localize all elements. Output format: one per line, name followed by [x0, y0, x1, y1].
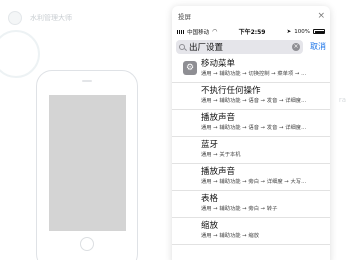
result-path: 通用 → 辅助功能 → 语音 → 发音 → 详细度...	[201, 125, 307, 131]
battery-icon	[313, 29, 325, 34]
background-header: 水利管理大师	[0, 0, 175, 36]
search-row: × 取消	[172, 37, 330, 56]
result-path: 通用 → 关于本机	[201, 152, 241, 158]
search-input[interactable]	[189, 41, 292, 52]
popup-titlebar: 投屏 ×	[172, 6, 330, 26]
result-title: 播放声音	[201, 167, 236, 177]
result-path: 通用 → 辅助功能 → 缩放	[201, 233, 259, 239]
result-item[interactable]: 表格 通用 → 辅助功能 → 旁白 → 转子	[172, 191, 330, 218]
status-time: 下午2:59	[238, 29, 266, 36]
signal-icon	[177, 29, 185, 34]
wifi-icon: ◠	[212, 28, 218, 35]
location-icon: ➤	[286, 28, 292, 35]
phone-speaker	[82, 80, 92, 82]
result-title: 不执行任何操作	[201, 86, 261, 96]
battery-percent: 100%	[294, 28, 310, 35]
carrier-label: 中国移动	[187, 29, 210, 36]
background-hint-text: ra	[338, 96, 346, 104]
clear-icon[interactable]: ×	[292, 42, 300, 51]
result-item[interactable]: 蓝牙 通用 → 关于本机	[172, 137, 330, 164]
result-title: 缩放	[201, 221, 219, 231]
result-item[interactable]: 缩放 通用 → 辅助功能 → 缩放	[172, 218, 330, 245]
result-path: 通用 → 辅助功能 → 切换控制 → 菜单项 → ...	[201, 71, 307, 77]
result-path: 通用 → 辅助功能 → 语音 → 发音 → 详细度...	[201, 98, 307, 104]
search-results-list: ⚙ 移动菜单 通用 → 辅助功能 → 切换控制 → 菜单项 → ... 不执行任…	[172, 56, 330, 245]
phone-home-button	[80, 237, 94, 251]
result-title: 蓝牙	[201, 140, 219, 150]
result-item[interactable]: 不执行任何操作 通用 → 辅助功能 → 语音 → 发音 → 详细度...	[172, 83, 330, 110]
result-item[interactable]: 播放声音 通用 → 辅助功能 → 语音 → 发音 → 详细度...	[172, 110, 330, 137]
search-icon	[179, 43, 185, 50]
search-box[interactable]: ×	[176, 39, 303, 54]
brand-name: 水利管理大师	[30, 14, 72, 22]
cancel-button[interactable]: 取消	[310, 41, 326, 52]
logo-icon	[8, 11, 22, 25]
decorative-arc	[0, 30, 40, 78]
result-path: 通用 → 辅助功能 → 旁白 → 转子	[201, 206, 278, 212]
phone-screen	[49, 95, 126, 231]
result-item[interactable]: 播放声音 通用 → 辅助功能 → 旁白 → 详细度 → 大写...	[172, 164, 330, 191]
close-icon[interactable]: ×	[317, 11, 325, 21]
result-item[interactable]: ⚙ 移动菜单 通用 → 辅助功能 → 切换控制 → 菜单项 → ...	[172, 56, 330, 83]
gear-icon: ⚙	[183, 61, 197, 75]
screen-mirror-popup: 投屏 × 中国移动 ◠ 下午2:59 ➤ 100% × 取消 ⚙ 移动菜单 通用…	[172, 6, 330, 260]
popup-title: 投屏	[178, 13, 191, 21]
result-path: 通用 → 辅助功能 → 旁白 → 详细度 → 大写...	[201, 179, 307, 185]
phone-mockup	[36, 70, 138, 260]
result-title: 移动菜单	[201, 59, 236, 69]
ios-status-bar: 中国移动 ◠ 下午2:59 ➤ 100%	[172, 26, 330, 37]
result-title: 播放声音	[201, 113, 236, 123]
result-title: 表格	[201, 194, 219, 204]
